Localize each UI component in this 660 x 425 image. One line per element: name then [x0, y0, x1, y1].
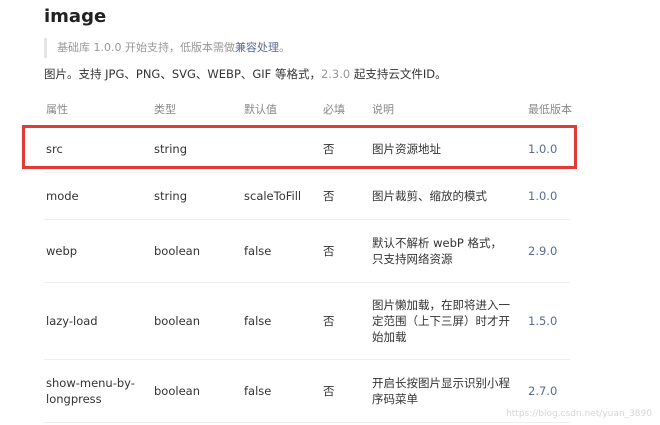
table-row-src: src string 否 图片资源地址 1.0.0: [44, 126, 570, 173]
cell-type: string: [154, 189, 188, 203]
cell-default: [244, 126, 324, 172]
cell-type: string: [154, 142, 188, 156]
header-default: 默认值: [244, 103, 277, 116]
cell-description: 开启长按图片显示识别小程序码菜单: [372, 376, 510, 406]
desc-version: 2.3.0: [320, 67, 351, 81]
header-type: 类型: [154, 103, 176, 116]
attribute-table: 属性 类型 默认值 必填 说明 最低版本 src string 否 图片资源地址…: [44, 95, 572, 423]
page-title: image: [44, 6, 107, 27]
header-min-version: 最低版本: [528, 103, 572, 116]
table-row-webp: webp boolean false 否 默认不解析 webP 格式，只支持网络…: [44, 220, 570, 283]
cell-required: 否: [323, 244, 335, 258]
cell-min-version: 1.0.0: [528, 142, 558, 156]
cell-attribute: show-menu-by-longpress: [46, 376, 135, 406]
cell-description: 图片懒加载，在即将进入一定范围（上下三屏）时才开始加载: [372, 298, 510, 344]
cell-required: 否: [323, 189, 335, 203]
header-attribute: 属性: [46, 103, 68, 116]
cell-attribute: webp: [46, 244, 78, 258]
support-note: 基础库 1.0.0 开始支持，低版本需做兼容处理。: [44, 38, 290, 58]
cell-type: boolean: [154, 384, 200, 398]
compat-link[interactable]: 兼容处理: [235, 41, 279, 54]
desc-prefix: 图片。支持 JPG、PNG、SVG、WEBP、GIF 等格式，: [44, 67, 321, 81]
cell-default: false: [244, 314, 272, 328]
cell-required: 否: [323, 142, 335, 156]
table-row-mode: mode string scaleToFill 否 图片裁剪、缩放的模式 1.0…: [44, 173, 570, 220]
cell-required: 否: [323, 314, 335, 328]
cell-description: 默认不解析 webP 格式，只支持网络资源: [372, 236, 503, 266]
cell-description: 图片资源地址: [372, 142, 441, 156]
table-row-lazy-load: lazy-load boolean false 否 图片懒加载，在即将进入一定范…: [44, 283, 570, 360]
cell-min-version: 2.9.0: [528, 244, 558, 258]
header-required: 必填: [323, 103, 345, 116]
header-description: 说明: [372, 103, 394, 116]
note-suffix: 。: [278, 41, 290, 54]
cell-default: false: [244, 244, 272, 258]
cell-required: 否: [323, 384, 335, 398]
cell-default: false: [244, 384, 272, 398]
cell-attribute: mode: [46, 189, 79, 203]
table-header-row: 属性 类型 默认值 必填 说明 最低版本: [44, 95, 572, 126]
table-row-show-menu-by-longpress: show-menu-by-longpress boolean false 否 开…: [44, 360, 570, 423]
note-prefix: 基础库 1.0.0 开始支持，低版本需做: [57, 41, 235, 54]
cell-default: scaleToFill: [244, 189, 302, 203]
cell-min-version: 1.0.0: [528, 189, 558, 203]
component-description: 图片。支持 JPG、PNG、SVG、WEBP、GIF 等格式，2.3.0 起支持…: [44, 64, 447, 84]
cell-type: boolean: [154, 314, 200, 328]
cell-type: boolean: [154, 244, 200, 258]
desc-suffix: 起支持云文件ID。: [350, 67, 447, 81]
cell-attribute: lazy-load: [46, 314, 98, 328]
cell-min-version: 1.5.0: [528, 314, 558, 328]
cell-description: 图片裁剪、缩放的模式: [372, 189, 487, 203]
watermark: https://blog.csdn.net/yuan_3890: [506, 409, 652, 419]
cell-attribute: src: [46, 142, 63, 156]
